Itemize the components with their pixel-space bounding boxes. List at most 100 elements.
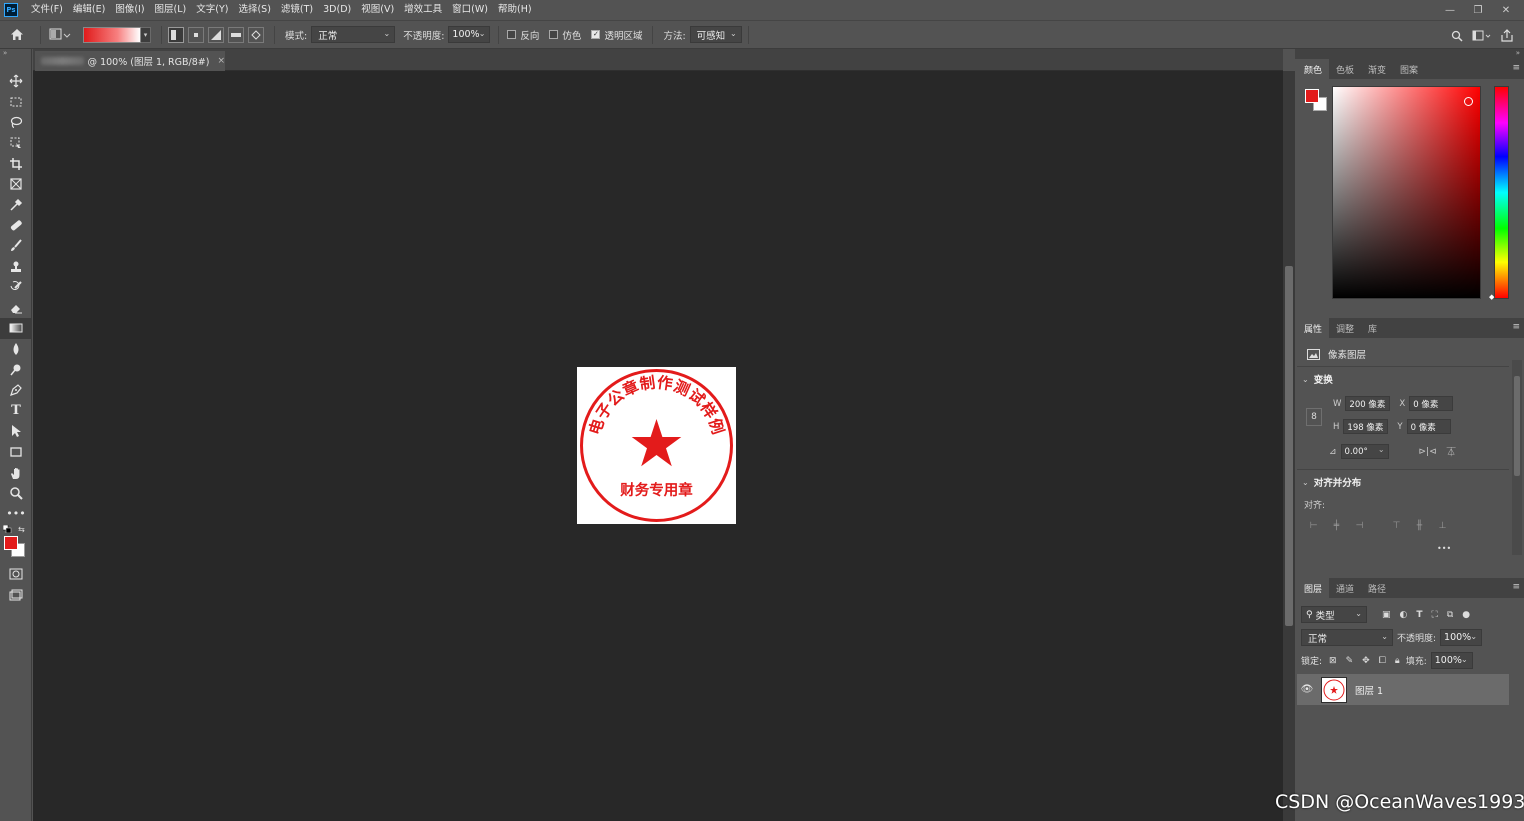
gradient-preview-swatch[interactable] bbox=[83, 26, 141, 43]
tab-gradients[interactable]: 渐变 bbox=[1361, 59, 1393, 79]
menu-plugins[interactable]: 增效工具 bbox=[399, 0, 447, 20]
menu-layer[interactable]: 图层(L) bbox=[150, 0, 192, 20]
clone-stamp-tool-icon[interactable] bbox=[0, 256, 32, 277]
lock-all-icon[interactable]: 🔒︎ bbox=[1395, 656, 1400, 666]
search-icon[interactable] bbox=[1446, 26, 1468, 46]
menu-3d[interactable]: 3D(D) bbox=[318, 0, 356, 20]
tab-libraries[interactable]: 库 bbox=[1361, 318, 1384, 338]
canvas-scrollbar[interactable] bbox=[1283, 71, 1295, 821]
default-colors-icon[interactable] bbox=[3, 525, 12, 534]
align-bottom-icon[interactable]: ⊥ bbox=[1437, 520, 1448, 531]
object-selection-tool-icon[interactable] bbox=[0, 133, 32, 154]
filter-adjustment-icon[interactable]: ◐ bbox=[1400, 610, 1408, 620]
menu-image[interactable]: 图像(I) bbox=[110, 0, 149, 20]
panel-collapse-double-chevron-icon[interactable]: » bbox=[1295, 49, 1524, 59]
filter-toggle-icon[interactable]: ● bbox=[1462, 610, 1470, 620]
mode-select[interactable]: 正常 ⌄ bbox=[311, 26, 396, 43]
foreground-color-swatch[interactable] bbox=[1305, 89, 1319, 103]
method-select[interactable]: 可感知 ⌄ bbox=[689, 26, 742, 43]
filter-shape-icon[interactable]: ⛶ bbox=[1432, 610, 1438, 620]
menu-file[interactable]: 文件(F) bbox=[26, 0, 68, 20]
close-icon[interactable]: ✕ bbox=[1492, 0, 1520, 20]
gradient-tool-icon[interactable] bbox=[0, 318, 32, 339]
workspace-icon[interactable] bbox=[1468, 26, 1496, 46]
healing-brush-tool-icon[interactable] bbox=[0, 215, 32, 236]
height-field[interactable]: 198 像素 bbox=[1343, 419, 1389, 434]
crop-tool-icon[interactable] bbox=[0, 153, 32, 174]
angle-field[interactable]: 0.00° ⌄ bbox=[1340, 444, 1389, 459]
more-options-icon[interactable]: ••• bbox=[1437, 544, 1451, 553]
swap-colors-icon[interactable]: ⇆ bbox=[18, 525, 25, 534]
layer-row[interactable]: 👁︎ 图层 1 bbox=[1297, 674, 1509, 705]
more-tools-icon[interactable]: ••• bbox=[0, 503, 32, 524]
tab-color[interactable]: 颜色 bbox=[1297, 59, 1330, 79]
checkbox-checked-icon[interactable]: ✓ bbox=[591, 30, 601, 39]
tab-paths[interactable]: 路径 bbox=[1361, 578, 1393, 598]
quick-mask-icon[interactable] bbox=[0, 564, 32, 585]
reflected-gradient-icon[interactable] bbox=[228, 26, 244, 43]
layer-filter-select[interactable]: ⚲ 类型 ⌄ bbox=[1301, 606, 1367, 623]
tab-channels[interactable]: 通道 bbox=[1329, 578, 1361, 598]
x-field[interactable]: 0 像素 bbox=[1409, 396, 1454, 411]
link-dimensions-icon[interactable]: 8 bbox=[1306, 408, 1322, 426]
flip-vertical-icon[interactable]: ⏄ bbox=[1447, 445, 1456, 458]
align-top-icon[interactable]: ⊤ bbox=[1391, 520, 1402, 531]
filter-smart-object-icon[interactable]: ⧉ bbox=[1447, 610, 1453, 620]
radial-gradient-icon[interactable] bbox=[188, 26, 204, 43]
lock-transparent-icon[interactable]: ⊠ bbox=[1329, 656, 1337, 666]
color-picker-field[interactable] bbox=[1332, 86, 1481, 299]
menu-type[interactable]: 文字(Y) bbox=[191, 0, 233, 20]
gradient-picker-chevron-icon[interactable]: ▾ bbox=[141, 26, 151, 43]
panel-menu-icon[interactable]: ≡ bbox=[1512, 322, 1520, 332]
lock-pixels-icon[interactable]: ✎ bbox=[1346, 656, 1354, 666]
brush-tool-icon[interactable] bbox=[0, 236, 32, 257]
frame-tool-icon[interactable] bbox=[0, 174, 32, 195]
document-canvas[interactable]: 电子公章制作测试样例 财务专用章 bbox=[577, 367, 736, 524]
restore-icon[interactable]: ❐ bbox=[1464, 0, 1492, 20]
properties-scrollbar[interactable] bbox=[1512, 360, 1522, 555]
opacity-input[interactable]: 100% ⌄ bbox=[448, 26, 491, 43]
menu-help[interactable]: 帮助(H) bbox=[493, 0, 537, 20]
blend-mode-select[interactable]: 正常 ⌄ bbox=[1301, 629, 1393, 646]
tab-swatches[interactable]: 色板 bbox=[1329, 59, 1361, 79]
angle-gradient-icon[interactable] bbox=[208, 26, 224, 43]
lasso-tool-icon[interactable] bbox=[0, 112, 32, 133]
width-field[interactable]: 200 像素 bbox=[1345, 396, 1391, 411]
document-tab[interactable]: @ 100% (图层 1, RGB/8#) × bbox=[35, 51, 225, 71]
tab-patterns[interactable]: 图案 bbox=[1393, 59, 1425, 79]
blur-tool-icon[interactable] bbox=[0, 339, 32, 360]
hue-slider-handle-icon[interactable]: ◆ bbox=[1489, 293, 1494, 301]
path-selection-tool-icon[interactable] bbox=[0, 421, 32, 442]
color-picker-marker[interactable] bbox=[1464, 97, 1473, 106]
panel-menu-icon[interactable]: ≡ bbox=[1512, 582, 1520, 592]
panel-menu-icon[interactable]: ≡ bbox=[1512, 63, 1520, 73]
menu-window[interactable]: 窗口(W) bbox=[447, 0, 493, 20]
visibility-eye-icon[interactable]: 👁︎ bbox=[1297, 684, 1317, 695]
share-icon[interactable] bbox=[1496, 26, 1518, 46]
dither-checkbox[interactable]: 仿色 bbox=[549, 28, 581, 42]
scrollbar-thumb[interactable] bbox=[1285, 266, 1293, 626]
move-tool-icon[interactable] bbox=[0, 71, 32, 92]
checkbox-box[interactable] bbox=[507, 30, 517, 39]
marquee-tool-icon[interactable] bbox=[0, 92, 32, 113]
align-right-icon[interactable]: ⊣ bbox=[1354, 520, 1365, 531]
zoom-tool-icon[interactable] bbox=[0, 483, 32, 504]
diamond-gradient-icon[interactable] bbox=[248, 26, 264, 43]
close-tab-icon[interactable]: × bbox=[217, 56, 225, 66]
chevron-down-icon[interactable]: ⌄ bbox=[1302, 375, 1309, 384]
layer-opacity-input[interactable]: 100% ⌄ bbox=[1440, 629, 1483, 646]
eraser-tool-icon[interactable] bbox=[0, 298, 32, 319]
rectangle-tool-icon[interactable] bbox=[0, 442, 32, 463]
collapse-double-chevron-icon[interactable]: » bbox=[0, 49, 31, 59]
y-field[interactable]: 0 像素 bbox=[1406, 419, 1451, 434]
minimize-icon[interactable]: — bbox=[1436, 0, 1464, 20]
lock-artboard-icon[interactable]: ⧠ bbox=[1379, 656, 1386, 666]
menu-filter[interactable]: 滤镜(T) bbox=[276, 0, 318, 20]
screen-mode-icon[interactable] bbox=[0, 585, 32, 606]
transparency-checkbox[interactable]: ✓ 透明区域 bbox=[591, 28, 642, 42]
type-tool-icon[interactable]: T bbox=[0, 401, 32, 422]
lock-position-icon[interactable]: ✥ bbox=[1362, 656, 1370, 666]
menu-view[interactable]: 视图(V) bbox=[356, 0, 399, 20]
tool-preset-icon[interactable] bbox=[47, 26, 73, 44]
history-brush-tool-icon[interactable] bbox=[0, 277, 32, 298]
